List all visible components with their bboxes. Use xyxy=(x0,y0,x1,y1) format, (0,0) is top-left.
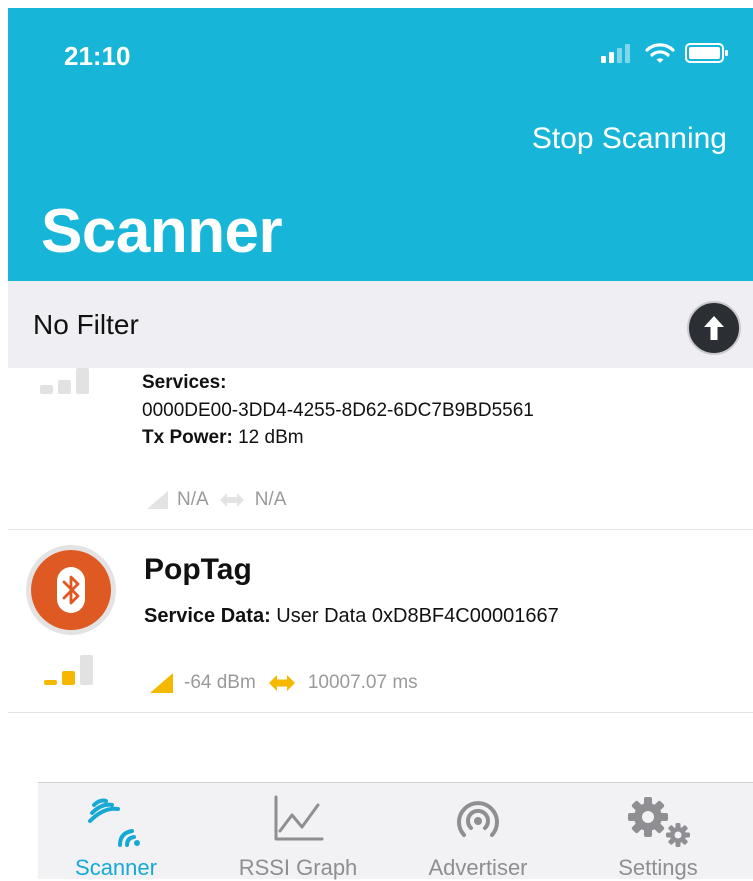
device-avatar xyxy=(26,545,116,635)
services-value: 0000DE00-3DD4-4255-8D62-6DC7B9BD5561 xyxy=(142,400,534,421)
scanner-icon xyxy=(88,798,140,847)
tab-settings[interactable]: Settings xyxy=(568,783,748,880)
cellular-signal-icon xyxy=(601,44,630,63)
scroll-to-top-button[interactable] xyxy=(687,301,741,355)
tx-power: Tx Power: 12 dBm xyxy=(142,427,304,449)
wifi-icon xyxy=(645,43,675,63)
signal-strength-icon xyxy=(40,368,89,394)
interval-icon xyxy=(219,493,244,507)
services-label: Services: xyxy=(142,372,227,393)
status-icons xyxy=(601,42,729,64)
rssi-icon xyxy=(147,491,168,509)
interval-value: 10007.07 ms xyxy=(307,672,418,693)
status-time: 21:10 xyxy=(64,41,131,71)
divider xyxy=(8,529,753,530)
tab-label: Scanner xyxy=(75,855,157,880)
app-header: 21:10 Stop Scanning Scanner xyxy=(8,8,753,281)
tab-label: Settings xyxy=(618,855,698,880)
service-data-value: User Data 0xD8BF4C00001667 xyxy=(270,605,559,627)
rssi-value: N/A xyxy=(177,489,209,510)
stop-scanning-button[interactable]: Stop Scanning xyxy=(532,122,727,156)
tab-label: RSSI Graph xyxy=(238,855,358,880)
service-data: Service Data: User Data 0xD8BF4C00001667 xyxy=(144,605,559,628)
tx-power-label: Tx Power: xyxy=(142,427,233,448)
gear-icon xyxy=(628,797,690,847)
tab-label: Advertiser xyxy=(428,855,528,880)
device-meta: N/A N/A xyxy=(147,489,286,511)
bluetooth-icon xyxy=(57,567,85,613)
interval-icon xyxy=(268,675,295,691)
device-meta: -64 dBm 10007.07 ms xyxy=(150,672,418,694)
graph-icon xyxy=(274,795,324,841)
arrow-up-icon xyxy=(704,316,724,340)
tab-rssi-graph[interactable]: RSSI Graph xyxy=(208,783,388,880)
battery-icon xyxy=(685,43,728,63)
signal-strength-icon xyxy=(44,655,93,685)
tab-scanner[interactable]: Scanner xyxy=(26,783,206,880)
filter-bar[interactable]: No Filter xyxy=(8,281,753,368)
rssi-icon xyxy=(150,673,173,693)
filter-label: No Filter xyxy=(33,309,139,340)
tab-advertiser[interactable]: Advertiser xyxy=(388,783,568,880)
divider xyxy=(8,712,753,713)
tx-power-value: 12 dBm xyxy=(232,427,304,448)
device-name: PopTag xyxy=(144,553,252,586)
rssi-value: -64 dBm xyxy=(184,672,256,693)
tab-bar: Scanner RSSI Graph Advertiser Settings xyxy=(38,782,753,880)
page-title: Scanner xyxy=(41,197,283,266)
broadcast-icon xyxy=(457,801,499,837)
interval-value: N/A xyxy=(254,489,287,510)
service-data-label: Service Data: xyxy=(144,605,271,627)
